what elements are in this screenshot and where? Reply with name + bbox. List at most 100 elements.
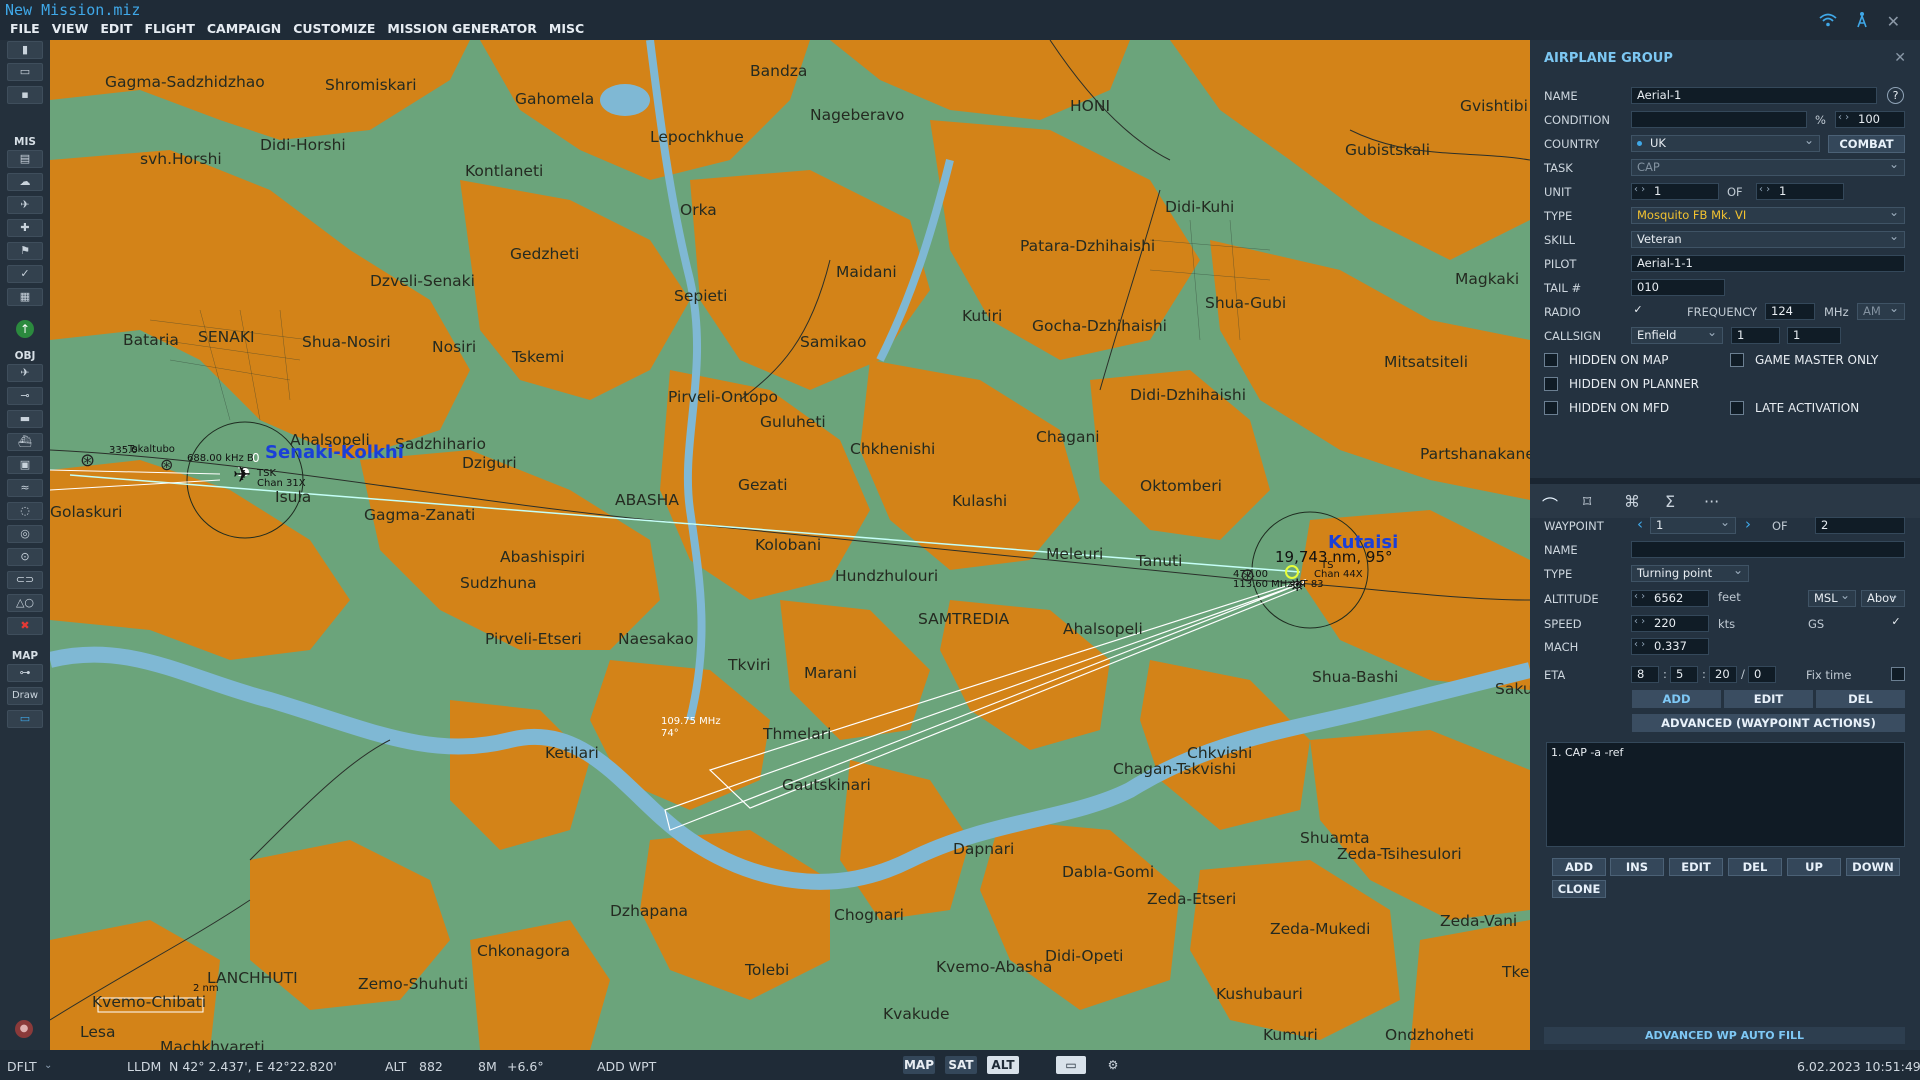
action-ins-button[interactable]: INS: [1610, 858, 1664, 876]
plane-icon[interactable]: ✈: [7, 196, 43, 214]
new-file-icon[interactable]: ▮: [7, 41, 43, 59]
eta-hour-field[interactable]: 5: [1670, 666, 1698, 683]
pilot-field[interactable]: Aerial-1-1: [1631, 255, 1905, 272]
ground-unit-icon[interactable]: ▬: [7, 410, 43, 428]
static-object-icon[interactable]: ▣: [7, 456, 43, 474]
altitude-ref-select[interactable]: MSL: [1808, 590, 1856, 607]
wp-edit-button[interactable]: EDIT: [1724, 690, 1813, 708]
type-select[interactable]: Mosquito FB Mk. VI: [1631, 207, 1905, 224]
action-add-button[interactable]: ADD: [1552, 858, 1606, 876]
antenna-icon[interactable]: [1855, 10, 1869, 32]
skill-select[interactable]: Veteran: [1631, 231, 1905, 248]
menu-edit[interactable]: EDIT: [100, 21, 132, 36]
stepper-arrows-icon[interactable]: ‹ ›: [1759, 184, 1770, 195]
wp-del-button[interactable]: DEL: [1816, 690, 1905, 708]
hidden-mfd-checkbox[interactable]: [1544, 401, 1558, 415]
add-waypoint-button[interactable]: ADD WPT: [597, 1059, 656, 1074]
helicopter-icon[interactable]: ⊸: [7, 387, 43, 405]
nav-point-icon[interactable]: ⊙: [7, 548, 43, 566]
systems-tab-icon[interactable]: ⌘: [1624, 492, 1640, 511]
gs-checkbox[interactable]: ✓: [1889, 616, 1903, 630]
menu-misc[interactable]: MISC: [549, 21, 584, 36]
wifi-icon[interactable]: [1819, 12, 1837, 31]
help-icon[interactable]: ?: [1887, 87, 1904, 104]
tail-field[interactable]: 010: [1631, 279, 1725, 296]
wp-type-select[interactable]: Turning point: [1631, 565, 1749, 582]
modulation-select[interactable]: AM: [1857, 303, 1905, 320]
stepper-arrows-icon[interactable]: ‹ ›: [1634, 639, 1645, 650]
airplane-icon[interactable]: ✈: [7, 364, 43, 382]
ring-icon[interactable]: ⊂⊃: [7, 571, 43, 589]
zone-icon[interactable]: ◌: [7, 502, 43, 520]
menu-customize[interactable]: CUSTOMIZE: [293, 21, 375, 36]
eta-second-field[interactable]: 0: [1748, 666, 1776, 683]
stepper-arrows-icon[interactable]: ‹ ›: [1634, 616, 1645, 627]
route-tab-icon[interactable]: ⌒: [1542, 492, 1558, 516]
menu-campaign[interactable]: CAMPAIGN: [207, 21, 281, 36]
target-icon[interactable]: ◎: [7, 525, 43, 543]
actions-list[interactable]: 1. CAP -a -ref: [1546, 742, 1905, 847]
shapes-icon[interactable]: △○: [7, 594, 43, 612]
airfield-icon[interactable]: ⛯: [1290, 575, 1304, 596]
chevron-right-icon[interactable]: ›: [1745, 515, 1751, 533]
goals-icon[interactable]: ✚: [7, 219, 43, 237]
close-icon[interactable]: ✕: [1887, 12, 1900, 31]
tasks-icon[interactable]: ▦: [7, 288, 43, 306]
more-tab-icon[interactable]: ···: [1704, 492, 1719, 511]
task-select[interactable]: CAP: [1631, 159, 1905, 176]
action-down-button[interactable]: DOWN: [1846, 858, 1900, 876]
menu-flight[interactable]: FLIGHT: [144, 21, 194, 36]
wp-add-button[interactable]: ADD: [1632, 690, 1721, 708]
close-icon[interactable]: ✕: [1894, 50, 1906, 66]
radio-checkbox[interactable]: ✓: [1631, 304, 1645, 318]
hidden-map-checkbox[interactable]: [1544, 353, 1558, 367]
record-icon[interactable]: ●: [15, 1020, 33, 1038]
action-clone-button[interactable]: CLONE: [1552, 880, 1606, 898]
briefing-icon[interactable]: ▤: [7, 150, 43, 168]
game-master-checkbox[interactable]: [1730, 353, 1744, 367]
late-activation-checkbox[interactable]: [1730, 401, 1744, 415]
menu-file[interactable]: FILE: [10, 21, 40, 36]
coord-mode[interactable]: LLDM: [127, 1059, 161, 1074]
summary-tab-icon[interactable]: Σ: [1665, 492, 1675, 511]
name-field[interactable]: Aerial-1: [1631, 87, 1877, 104]
hidden-planner-checkbox[interactable]: [1544, 377, 1558, 391]
settings-gear-icon[interactable]: ⚙: [1100, 1056, 1126, 1074]
action-edit-button[interactable]: EDIT: [1669, 858, 1723, 876]
eta-minute-field[interactable]: 20: [1709, 666, 1737, 683]
fix-time-checkbox[interactable]: [1891, 667, 1905, 681]
action-up-button[interactable]: UP: [1787, 858, 1841, 876]
check-icon[interactable]: ✓: [7, 265, 43, 283]
condition-field[interactable]: [1631, 111, 1807, 128]
up-arrow-icon[interactable]: ↑: [16, 320, 34, 338]
combat-button[interactable]: COMBAT: [1828, 135, 1905, 153]
ship-icon[interactable]: ⛴: [7, 433, 43, 451]
layers-icon[interactable]: ▭: [1056, 1056, 1086, 1074]
stepper-arrows-icon[interactable]: ‹ ›: [1838, 112, 1849, 123]
alt-mode-button[interactable]: ALT: [987, 1056, 1019, 1074]
sat-mode-button[interactable]: SAT: [945, 1056, 977, 1074]
stepper-arrows-icon[interactable]: ‹ ›: [1634, 184, 1645, 195]
stepper-arrows-icon[interactable]: ‹ ›: [1634, 591, 1645, 602]
weather-icon[interactable]: ☁: [7, 173, 43, 191]
altitude-mode-select[interactable]: Abov: [1861, 590, 1905, 607]
callsign-number-2[interactable]: 1: [1787, 327, 1841, 344]
chevron-down-icon[interactable]: ⌄: [44, 1060, 52, 1071]
profile-select[interactable]: DFLT: [7, 1059, 37, 1074]
payload-tab-icon[interactable]: ⌑: [1583, 492, 1591, 511]
advanced-waypoint-actions-button[interactable]: ADVANCED (WAYPOINT ACTIONS): [1632, 714, 1905, 732]
callsign-select[interactable]: Enfield: [1631, 327, 1723, 344]
action-del-button[interactable]: DEL: [1728, 858, 1782, 876]
menu-mission-generator[interactable]: MISSION GENERATOR: [387, 21, 537, 36]
country-select[interactable]: UK: [1631, 135, 1820, 152]
delete-icon[interactable]: ✖: [7, 617, 43, 635]
open-folder-icon[interactable]: ▭: [7, 63, 43, 81]
action-item[interactable]: 1. CAP -a -ref: [1551, 746, 1623, 759]
eta-day-field[interactable]: 8: [1631, 666, 1659, 683]
aircraft-icon[interactable]: ✈: [233, 463, 251, 488]
template-icon[interactable]: ≈: [7, 479, 43, 497]
airfield-label-senaki[interactable]: Senaki-Kolkhi: [265, 442, 404, 463]
save-icon[interactable]: ▪: [7, 86, 43, 104]
map-mode-button[interactable]: MAP: [903, 1056, 935, 1074]
triggers-icon[interactable]: ⚑: [7, 242, 43, 260]
